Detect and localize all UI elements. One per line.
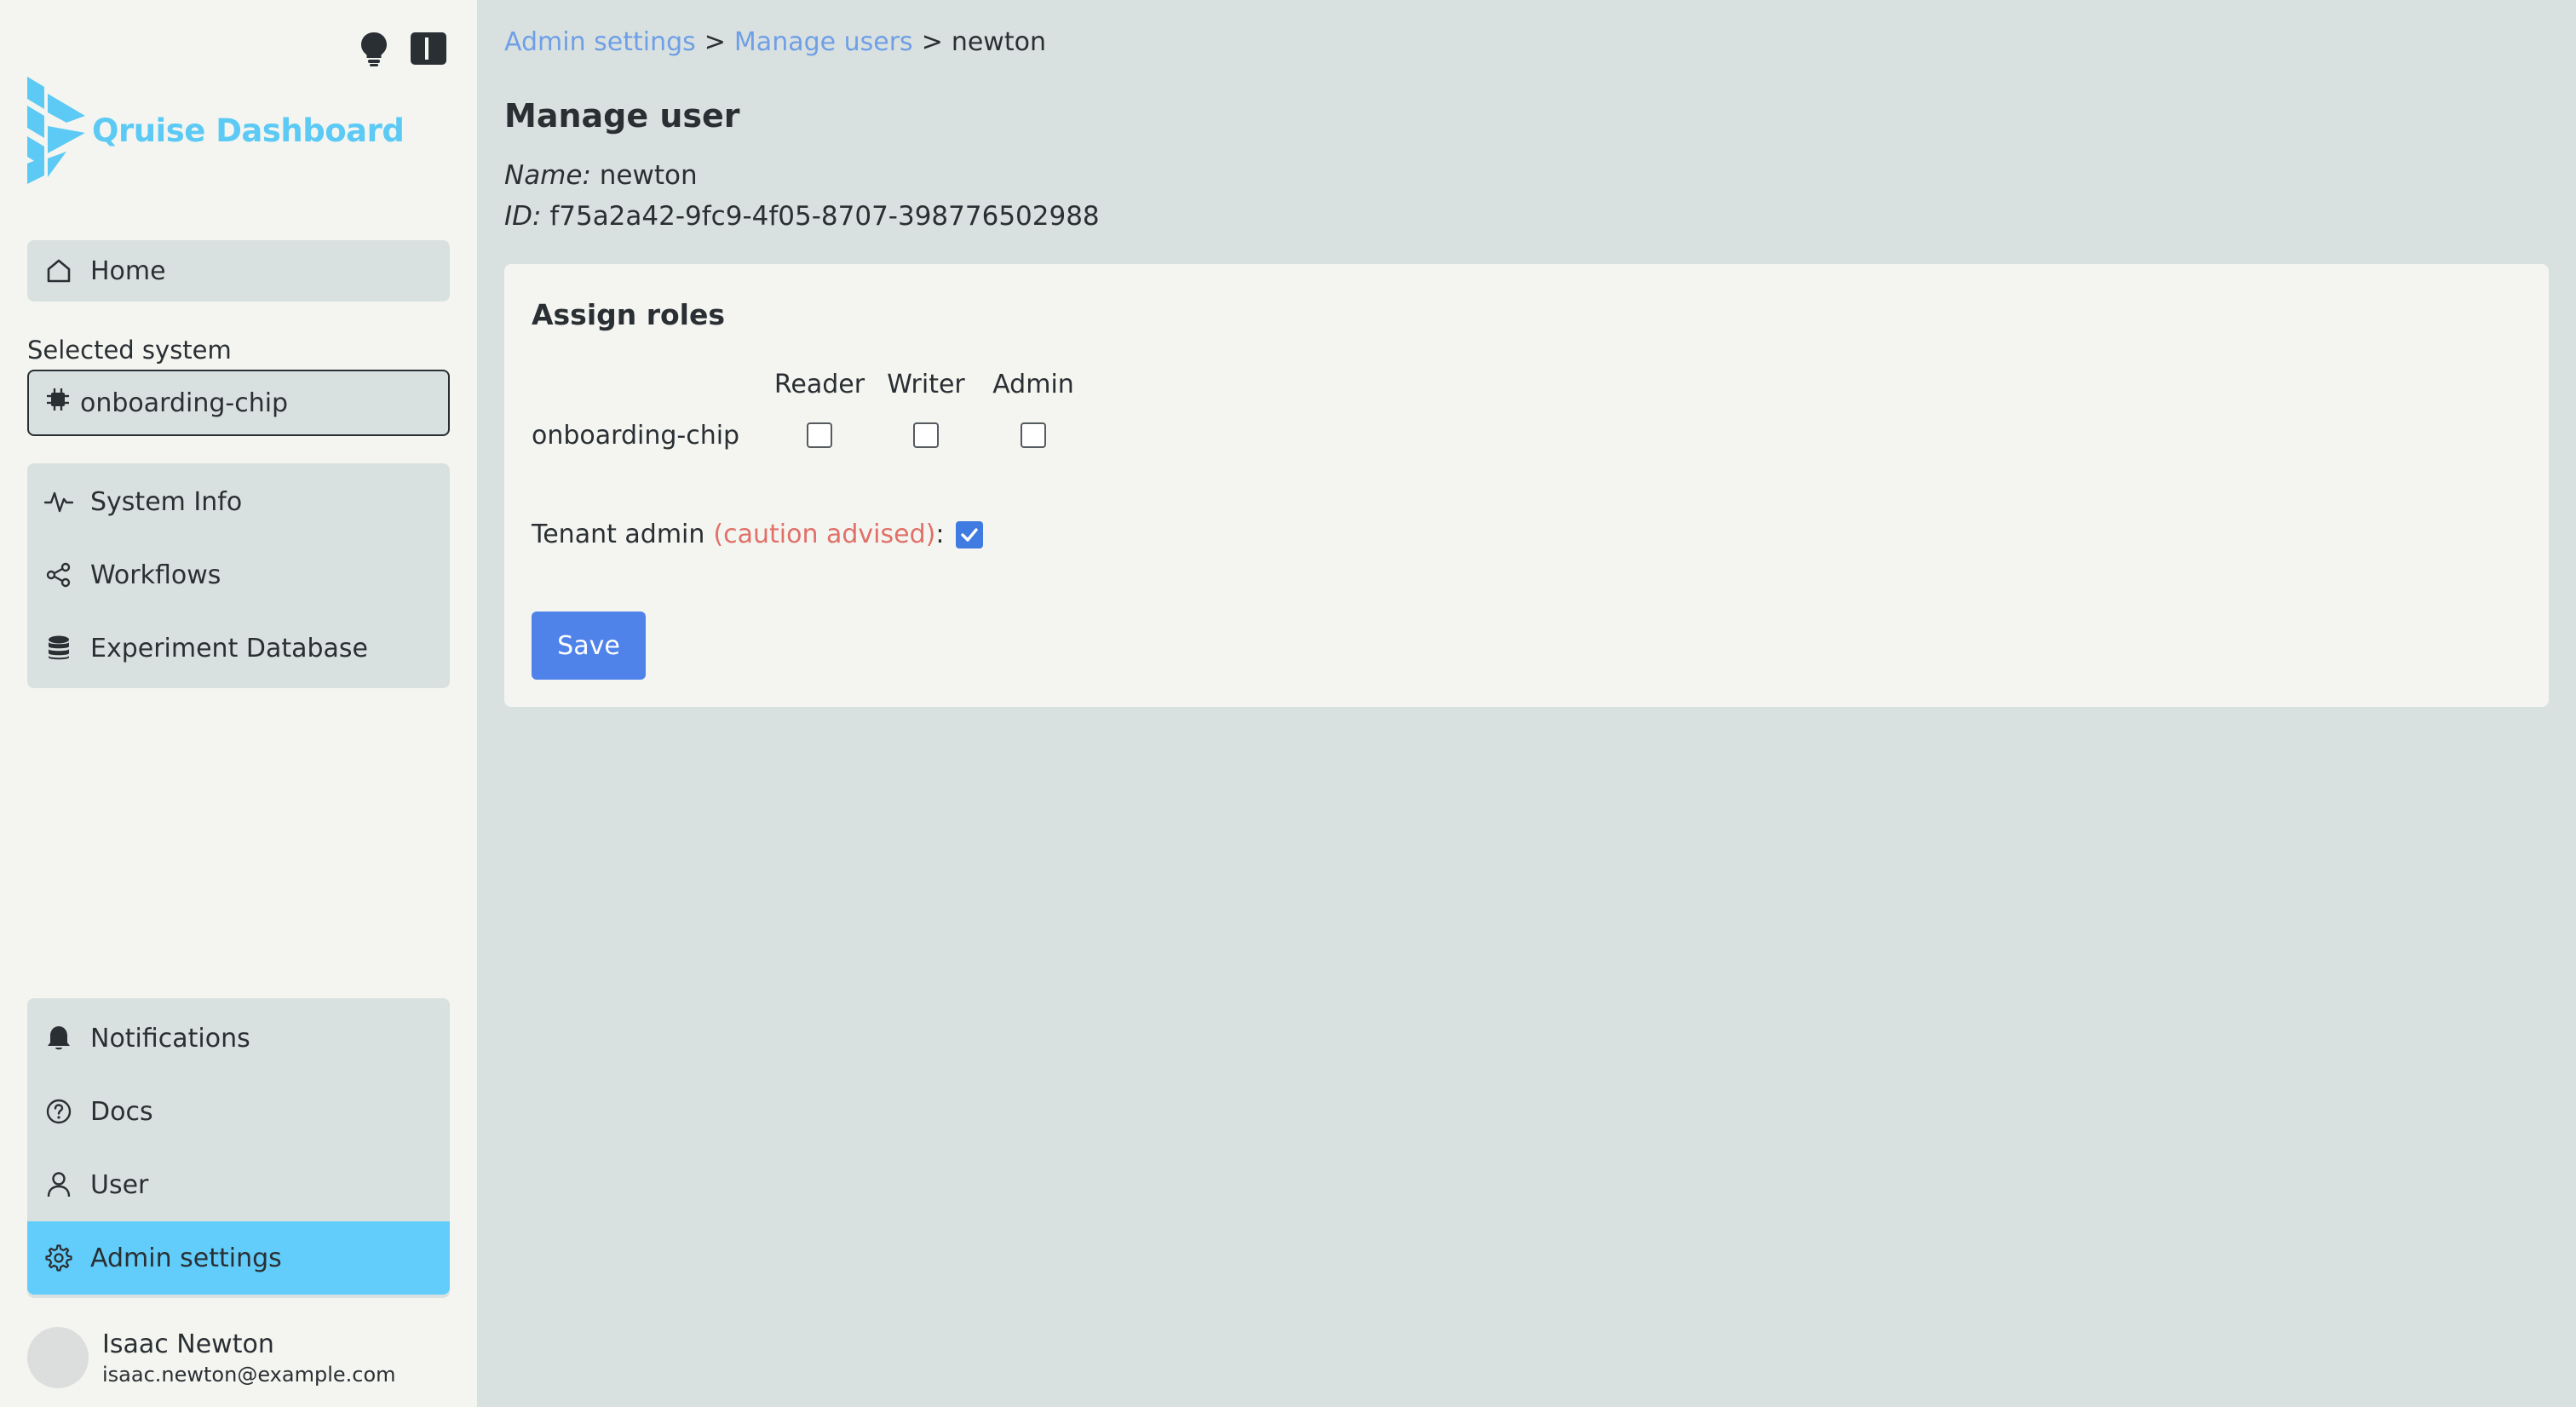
writer-checkbox[interactable] — [913, 422, 939, 448]
app-title: Qruise Dashboard — [92, 112, 405, 149]
sidebar-item-label: Workflows — [90, 560, 221, 590]
user-name: Isaac Newton — [102, 1329, 274, 1359]
lightbulb-icon[interactable] — [354, 29, 394, 68]
help-icon — [44, 1097, 73, 1126]
roles-table: Reader Writer Admin onboarding-chip — [532, 363, 1089, 465]
sidebar-item-workflows[interactable]: Workflows — [27, 538, 450, 612]
sidebar-toggle-icon[interactable] — [409, 29, 448, 68]
check-icon — [961, 527, 979, 542]
tenant-admin-colon: : — [935, 520, 945, 549]
selected-system-value: onboarding-chip — [80, 388, 289, 418]
workflow-icon — [44, 560, 73, 589]
sidebar-item-label: Docs — [90, 1096, 153, 1127]
breadcrumb-admin-settings[interactable]: Admin settings — [504, 27, 696, 57]
sidebar-item-label: Home — [90, 256, 166, 286]
role-header-writer: Writer — [887, 369, 965, 399]
card-title: Assign roles — [532, 298, 726, 331]
selected-system-select[interactable]: onboarding-chip — [27, 370, 450, 436]
user-name-line: Name: newton — [504, 160, 698, 191]
id-label: ID: — [504, 201, 542, 232]
sidebar-item-docs[interactable]: Docs — [27, 1075, 450, 1148]
tenant-admin-checkbox[interactable] — [956, 520, 984, 548]
user-icon — [44, 1170, 73, 1199]
system-name: onboarding-chip — [532, 420, 740, 451]
qruise-logo-icon — [27, 77, 85, 184]
home-card: Home — [27, 240, 450, 302]
sidebar-item-admin-settings[interactable]: Admin settings — [27, 1221, 450, 1295]
breadcrumb: Admin settings > Manage users > newton — [504, 27, 1046, 57]
gear-icon — [44, 1243, 73, 1272]
sidebar-item-label: Experiment Database — [90, 633, 369, 663]
breadcrumb-manage-users[interactable]: Manage users — [734, 27, 913, 57]
bottom-nav: Notifications Docs User Admin settings — [27, 998, 450, 1298]
sidebar-item-label: User — [90, 1169, 149, 1200]
user-id-line: ID: f75a2a42-9fc9-4f05-8707-398776502988 — [504, 201, 1100, 232]
main-content: Admin settings > Manage users > newton M… — [477, 0, 2576, 1407]
sidebar-item-system-info[interactable]: System Info — [27, 465, 450, 538]
breadcrumb-current: newton — [951, 27, 1046, 57]
database-icon — [44, 634, 73, 663]
name-value: newton — [599, 160, 698, 191]
user-email: isaac.newton@example.com — [102, 1362, 396, 1387]
tenant-admin-label: Tenant admin — [532, 520, 705, 549]
role-header-admin: Admin — [992, 369, 1074, 399]
home-icon — [44, 256, 73, 285]
assign-roles-card: Assign roles Reader Writer Admin onboard… — [504, 264, 2549, 707]
breadcrumb-separator: > — [921, 27, 943, 57]
page-title: Manage user — [504, 97, 740, 135]
app-logo[interactable]: Qruise Dashboard — [26, 75, 405, 186]
role-header-reader: Reader — [773, 369, 865, 399]
save-button[interactable]: Save — [532, 612, 646, 680]
sidebar-item-user[interactable]: User — [27, 1148, 450, 1221]
name-label: Name: — [504, 160, 591, 191]
bell-icon — [44, 1024, 73, 1053]
avatar — [27, 1327, 89, 1388]
sidebar-top-icons — [354, 29, 448, 68]
tenant-admin-caution: (caution advised) — [713, 520, 936, 549]
sidebar-item-label: Admin settings — [90, 1243, 282, 1273]
breadcrumb-separator: > — [704, 27, 726, 57]
reader-checkbox[interactable] — [807, 422, 832, 448]
sidebar-item-label: Notifications — [90, 1023, 250, 1054]
selected-system-label: Selected system — [27, 336, 232, 365]
sidebar-item-label: System Info — [90, 486, 243, 517]
current-user[interactable]: Isaac Newton isaac.newton@example.com — [27, 1327, 396, 1388]
sidebar-item-home[interactable]: Home — [27, 240, 450, 302]
main-nav: System Info Workflows Experiment Databas… — [27, 463, 450, 688]
chip-icon — [46, 388, 70, 418]
admin-checkbox[interactable] — [1021, 422, 1046, 448]
sidebar: Qruise Dashboard Home Selected system on… — [0, 0, 477, 1407]
id-value: f75a2a42-9fc9-4f05-8707-398776502988 — [549, 201, 1100, 232]
tenant-admin-row: Tenant admin (caution advised) : — [532, 520, 984, 549]
sidebar-item-experiment-database[interactable]: Experiment Database — [27, 612, 450, 685]
sidebar-item-notifications[interactable]: Notifications — [27, 1002, 450, 1075]
activity-icon — [44, 487, 73, 516]
